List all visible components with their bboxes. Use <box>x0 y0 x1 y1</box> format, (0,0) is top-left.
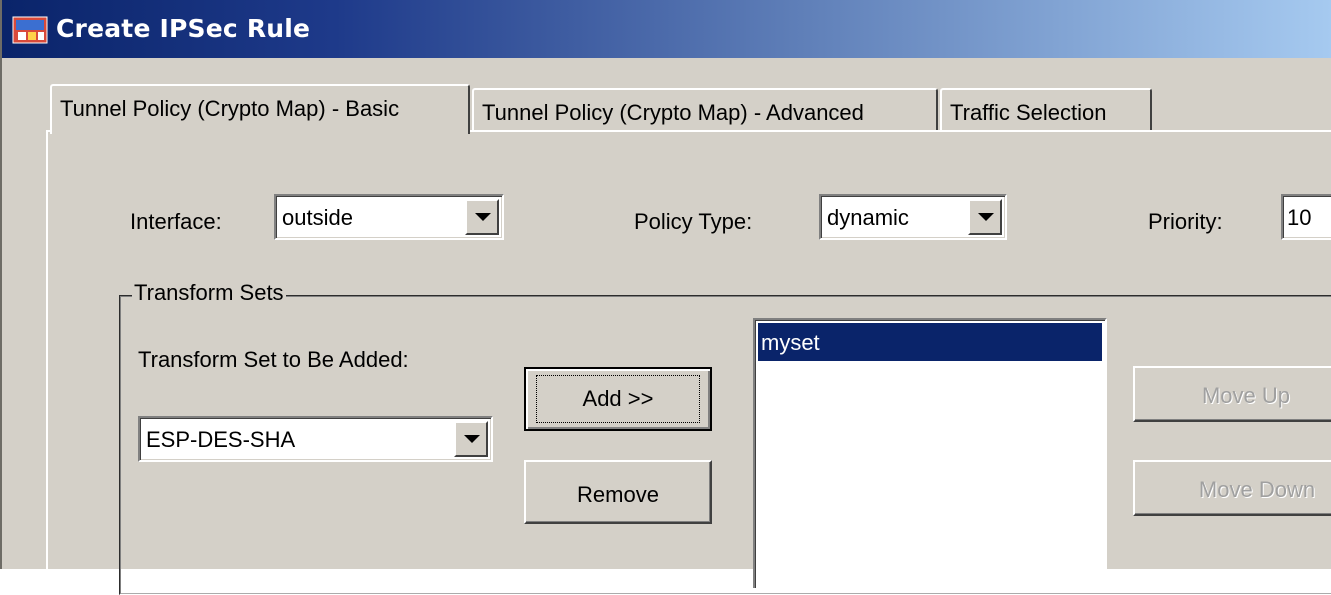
tab-tunnel-policy-advanced[interactable]: Tunnel Policy (Crypto Map) - Advanced <box>472 88 938 132</box>
create-ipsec-rule-dialog: Create IPSec Rule Tunnel Policy (Crypto … <box>0 0 1331 595</box>
tab-tunnel-policy-basic[interactable]: Tunnel Policy (Crypto Map) - Basic <box>50 84 470 134</box>
ipsec-app-icon <box>12 16 48 44</box>
tab-label: Tunnel Policy (Crypto Map) - Advanced <box>482 100 864 125</box>
tab-panel <box>46 130 1331 590</box>
tab-label: Traffic Selection <box>950 100 1107 125</box>
tab-traffic-selection[interactable]: Traffic Selection <box>940 88 1152 132</box>
tab-label: Tunnel Policy (Crypto Map) - Basic <box>60 96 400 121</box>
window-title: Create IPSec Rule <box>56 14 311 43</box>
title-bar[interactable]: Create IPSec Rule <box>2 0 1331 58</box>
